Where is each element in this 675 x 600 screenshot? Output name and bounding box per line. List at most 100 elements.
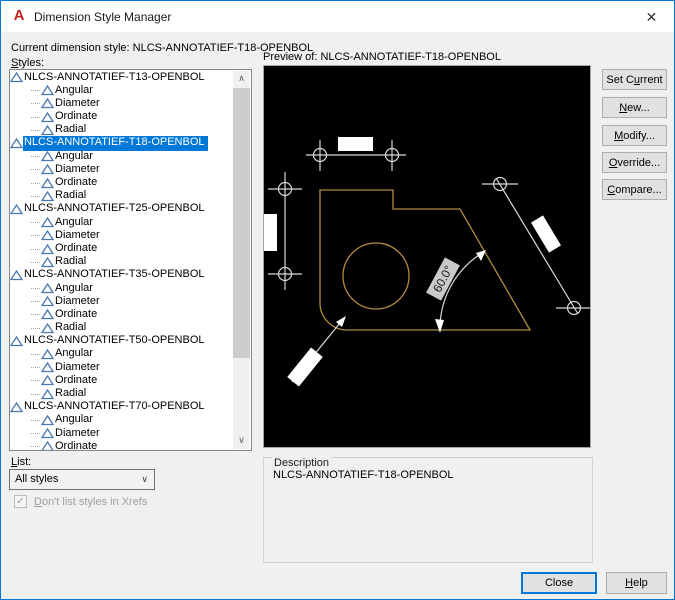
tree-item-substyle[interactable]: Diameter [10,295,233,308]
scrollbar-thumb[interactable] [233,88,250,358]
tree-item-label: NLCS-ANNOTATIEF-T70-OPENBOL [24,400,205,413]
dimension-style-manager-dialog: A Dimension Style Manager ✕ Current dime… [0,0,675,600]
preview-label: Preview of: NLCS-ANNOTATIEF-T18-OPENBOL [263,51,501,63]
preview-drawing: 60.0° [264,137,590,387]
current-style-label: Current dimension style: [11,42,130,54]
modify-button[interactable]: Modify... [602,125,667,146]
tree-item-style[interactable]: NLCS-ANNOTATIEF-T50-OPENBOL [10,334,233,348]
tree-connector [31,129,40,131]
tree-connector [31,90,40,92]
tree-item-style[interactable]: NLCS-ANNOTATIEF-T25-OPENBOL [10,202,233,216]
tree-item-substyle[interactable]: Radial [10,123,233,137]
tree-item-style[interactable]: NLCS-ANNOTATIEF-T13-OPENBOL [10,71,233,84]
tree-item-substyle[interactable]: Angular [10,216,233,229]
tree-connector [31,380,40,382]
override-button[interactable]: Override... [602,152,667,173]
tree-item-substyle[interactable]: Angular [10,150,233,163]
compare-button[interactable]: Compare... [602,179,667,200]
description-groupbox: Description NLCS-ANNOTATIEF-T18-OPENBOL [263,457,593,563]
dimension-style-icon [41,322,54,333]
tree-item-substyle[interactable]: Angular [10,282,233,295]
tree-connector [31,288,40,290]
help-button[interactable]: Help [606,572,667,594]
dimension-style-icon [41,428,54,439]
tree-connector [31,301,40,303]
dimension-style-icon [10,401,23,412]
list-label: List: [11,456,32,468]
dimension-style-icon [41,296,54,307]
tree-subitem-label: Angular [55,413,93,426]
dimension-style-icon [41,362,54,373]
tree-connector [31,182,40,184]
tree-item-substyle[interactable]: Radial [10,321,233,335]
scroll-up-button[interactable]: ∧ [233,71,250,87]
scroll-down-button[interactable]: ∨ [233,433,250,449]
tree-subitem-label: Ordinate [55,110,98,123]
tree-item-substyle[interactable]: Radial [10,255,233,269]
dimension-style-icon [41,217,54,228]
tree-item-substyle[interactable]: Angular [10,413,233,427]
tree-item-style[interactable]: NLCS-ANNOTATIEF-T18-OPENBOL [10,136,233,151]
tree-connector [31,103,40,105]
dimension-style-icon [10,269,23,281]
tree-item-substyle[interactable]: Ordinate [10,374,233,387]
dimension-style-icon [41,256,54,267]
dimension-style-icon [41,111,54,122]
tree-item-substyle[interactable]: Angular [10,347,233,361]
tree-connector [31,248,40,250]
dimension-style-icon [41,349,54,360]
tree-subitem-label: Radial [55,387,87,399]
styles-label: Styles: [11,57,45,69]
tree-item-substyle[interactable]: Ordinate [10,176,233,190]
window-close-button[interactable]: ✕ [629,1,674,32]
dimension-style-icon [41,98,54,109]
xref-checkbox-row: ✓ Don't list styles in Xrefs [14,495,147,509]
tree-item-substyle[interactable]: Radial [10,387,233,401]
tree-item-substyle[interactable]: Diameter [10,97,233,110]
styles-tree: NLCS-ANNOTATIEF-T13-OPENBOL Angular Diamet… [10,71,233,450]
tree-subitem-label: Diameter [55,360,100,373]
chevron-down-icon: ∨ [141,474,148,484]
tree-item-substyle[interactable]: Ordinate [10,440,233,450]
tree-item-substyle[interactable]: Diameter [10,361,233,374]
tree-connector [31,116,40,118]
tree-item-substyle[interactable]: Ordinate [10,110,233,124]
tree-subitem-label: Ordinate [55,307,98,320]
tree-subitem-label: Diameter [55,228,100,241]
dimension-style-icon [41,309,54,320]
tree-item-style[interactable]: NLCS-ANNOTATIEF-T35-OPENBOL [10,268,233,282]
dimension-style-icon [10,335,23,346]
scrollbar[interactable]: ∧ ∨ [233,71,250,449]
tree-item-label: NLCS-ANNOTATIEF-T35-OPENBOL [24,268,205,281]
tree-subitem-label: Diameter [55,162,100,175]
tree-item-label: NLCS-ANNOTATIEF-T25-OPENBOL [24,202,205,215]
list-filter-value: All styles [15,473,59,485]
xref-checkbox-label: Don't list styles in Xrefs [34,496,148,508]
dimension-style-icon [10,138,23,149]
close-button[interactable]: Close [521,572,597,594]
description-text: NLCS-ANNOTATIEF-T18-OPENBOL [273,469,454,481]
dimension-style-icon [41,441,54,450]
tree-connector [31,235,40,237]
tree-subitem-label: Angular [55,149,93,162]
tree-item-substyle[interactable]: Diameter [10,229,233,242]
dimension-style-icon [10,72,23,83]
set-current-button[interactable]: Set Current [602,69,667,90]
tree-item-substyle[interactable]: Radial [10,189,233,203]
tree-connector [31,169,40,171]
xref-checkbox[interactable]: ✓ [14,495,27,508]
new-button[interactable]: New... [602,97,667,118]
tree-item-substyle[interactable]: Angular [10,84,233,97]
dimension-style-icon [41,230,54,241]
tree-item-substyle[interactable]: Ordinate [10,242,233,255]
tree-item-substyle[interactable]: Ordinate [10,308,233,321]
tree-subitem-label: Angular [55,83,93,96]
tree-item-substyle[interactable]: Diameter [10,163,233,176]
dimension-style-icon [41,190,54,201]
tree-item-substyle[interactable]: Diameter [10,427,233,440]
styles-listbox[interactable]: NLCS-ANNOTATIEF-T13-OPENBOL Angular Diamet… [9,69,252,451]
tree-item-style[interactable]: NLCS-ANNOTATIEF-T70-OPENBOL [10,400,233,414]
list-filter-dropdown[interactable]: All styles ∨ [9,469,155,490]
tree-item-label: NLCS-ANNOTATIEF-T50-OPENBOL [24,334,205,347]
dimension-style-icon [41,164,54,175]
